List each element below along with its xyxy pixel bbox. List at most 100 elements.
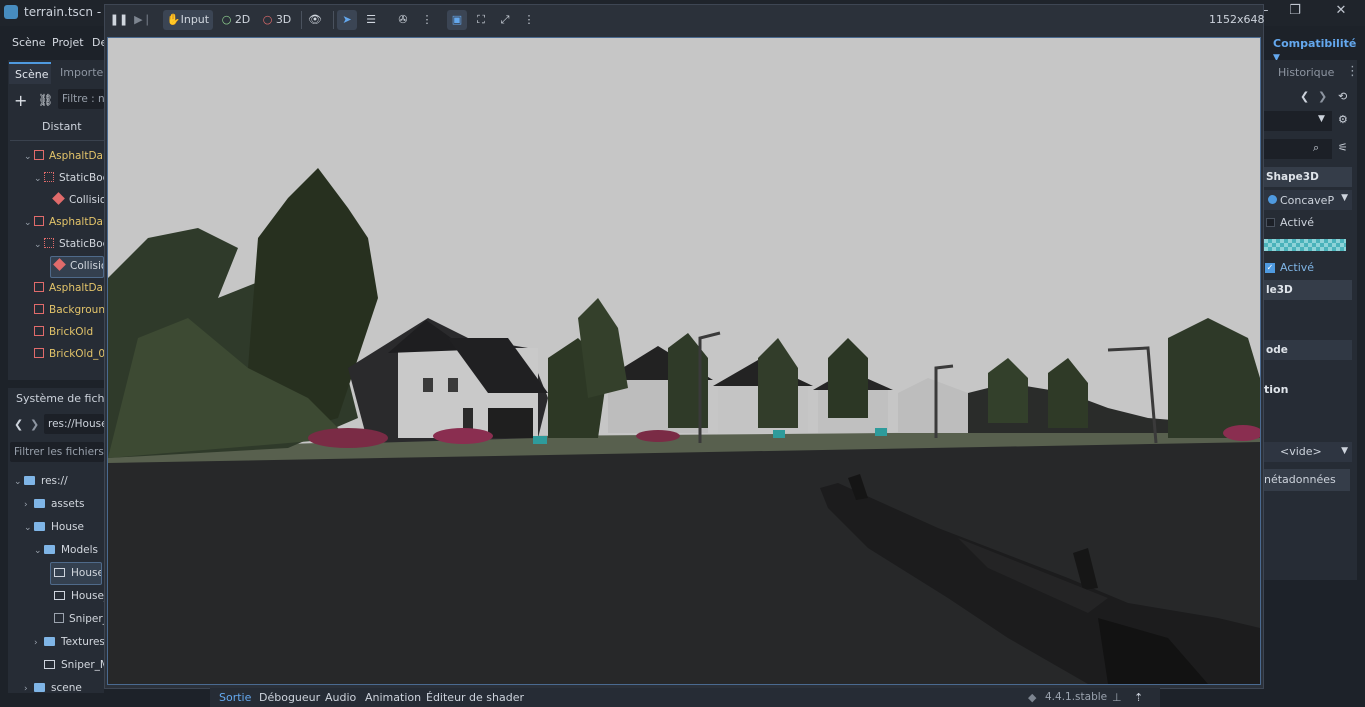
file-item-selected[interactable]: House.	[50, 562, 102, 585]
shape-resource-field[interactable]: ConcaveP ▼	[1264, 190, 1352, 210]
file-item[interactable]: › assets	[12, 493, 104, 516]
tree-item-label: BrickOld	[49, 326, 94, 338]
tree-item-label: AsphaltDar	[49, 150, 104, 162]
close-icon[interactable]: ✕	[1331, 3, 1351, 21]
tab-shader-editor[interactable]: Éditeur de shader	[426, 691, 524, 704]
checkbox-unchecked[interactable]	[1266, 218, 1275, 227]
file-item-label: House_	[71, 590, 104, 602]
select-arrow-icon[interactable]: ➤	[337, 10, 357, 30]
tree-item[interactable]: BrickOld	[14, 322, 104, 344]
folder-icon	[44, 637, 55, 646]
file-item[interactable]: Sniper_M	[12, 654, 104, 677]
static-body-icon	[44, 238, 54, 248]
tree-item-label: AsphaltDar	[49, 282, 104, 294]
expand-panel-icon[interactable]: ⇡	[1134, 691, 1143, 704]
notification-icon[interactable]: ◆	[1028, 691, 1036, 704]
file-item[interactable]: › Textures	[12, 631, 104, 654]
camera-override-icon[interactable]: ✇	[393, 10, 413, 30]
add-metadata-button[interactable]: nétadonnées	[1262, 469, 1350, 491]
more-options-icon[interactable]: ⋮	[519, 10, 539, 30]
file-item-label: Textures	[61, 636, 104, 648]
window-title: terrain.tscn - je	[24, 5, 116, 19]
embed-window-icon[interactable]: ▣	[447, 10, 467, 30]
chevron-right-icon: ›	[24, 500, 28, 510]
tree-item[interactable]: AsphaltDar	[14, 278, 104, 300]
forward-arrow-icon[interactable]: ❯	[30, 418, 39, 431]
back-arrow-icon[interactable]: ❮	[14, 418, 23, 431]
history-forward-icon[interactable]: ❯	[1318, 90, 1327, 103]
tab-debugger[interactable]: Débogueur	[259, 691, 320, 704]
link-icon[interactable]: ⛓	[38, 93, 53, 107]
input-toggle-button[interactable]: ✋Input	[163, 10, 213, 30]
path-field[interactable]: res://House	[44, 414, 104, 434]
file-item[interactable]: › scene	[12, 677, 104, 700]
fit-window-icon[interactable]: ⛶	[471, 10, 491, 30]
more-options-icon[interactable]: ⋮	[417, 10, 437, 30]
collision-shape-icon	[53, 258, 66, 271]
chevron-right-icon: ›	[34, 638, 38, 648]
tab-scene[interactable]: Scène	[9, 62, 51, 84]
mode-2d-button[interactable]: ○ 2D	[219, 10, 253, 30]
tree-item-label: Collisio	[70, 260, 104, 272]
tree-item-label: StaticBoc	[59, 172, 104, 184]
file-item-label: House.	[71, 567, 101, 579]
section-header-script[interactable]: tion	[1264, 383, 1288, 396]
tree-item[interactable]: BrickOld_0	[14, 344, 104, 366]
filter-settings-icon[interactable]: ⚟	[1338, 141, 1348, 154]
bottom-panel-bar: Sortie Débogueur Audio Animation Éditeur…	[210, 688, 1160, 707]
file-item[interactable]: ⌄ House	[12, 516, 104, 539]
object-properties-icon[interactable]: ⚙	[1338, 113, 1348, 126]
tab-animation[interactable]: Animation	[365, 691, 421, 704]
more-options-icon[interactable]: ⋮	[1346, 64, 1359, 79]
history-icon[interactable]: ⟲	[1338, 90, 1347, 103]
scene-filter-input[interactable]: Filtre : n	[58, 89, 104, 109]
tab-output[interactable]: Sortie	[219, 691, 251, 704]
file-item[interactable]: ⌄ Models	[12, 539, 104, 562]
scene-file-icon	[44, 660, 55, 669]
file-item[interactable]: House_	[12, 585, 104, 608]
tree-item[interactable]: Collisio	[14, 190, 104, 212]
shape-header: Shape3D	[1262, 167, 1352, 187]
godot-logo-icon	[4, 5, 18, 19]
tree-item[interactable]: ⌄ AsphaltDar	[14, 146, 104, 168]
eye-icon[interactable]: 👁	[305, 10, 325, 30]
list-select-icon[interactable]: ☰	[361, 10, 381, 30]
property-filter-input[interactable]	[1264, 139, 1332, 159]
menu-scene[interactable]: Scène	[12, 36, 46, 49]
add-node-icon[interactable]: +	[14, 91, 27, 110]
tree-item[interactable]: ⌄ StaticBoc	[14, 234, 104, 256]
tree-item[interactable]: ⌄ StaticBoc	[14, 168, 104, 190]
pin-icon[interactable]: ⊥	[1112, 691, 1122, 704]
pause-icon[interactable]: ❚❚	[109, 10, 129, 30]
checkbox-checked[interactable]: ✓	[1265, 263, 1275, 273]
section-header-node[interactable]: ode	[1262, 340, 1352, 360]
game-toolbar: ❚❚ ▶❘ ✋Input ○ 2D ○ 3D 👁 ➤ ☰ ✇ ⋮ ▣ ⛶ ⤢ ⋮…	[105, 5, 1265, 35]
tab-history[interactable]: Historique	[1278, 66, 1334, 79]
maximize-icon[interactable]: ❐	[1285, 3, 1305, 21]
concave-shape-icon	[1268, 195, 1277, 204]
tree-item[interactable]: ⌄ AsphaltDar	[14, 212, 104, 234]
file-filter-input[interactable]: Filtrer les fichiers	[10, 442, 104, 462]
mesh-instance-icon	[34, 326, 44, 336]
chevron-down-icon: ▼	[1341, 446, 1348, 456]
tree-item[interactable]: Backgroun	[14, 300, 104, 322]
mode-3d-button[interactable]: ○ 3D	[260, 10, 294, 30]
expand-icon[interactable]: ⤢	[495, 10, 515, 30]
debug-color-swatch[interactable]	[1264, 239, 1346, 251]
script-field[interactable]: <vide> ▼	[1264, 442, 1352, 462]
file-item[interactable]: Sniper_	[12, 608, 104, 631]
tab-audio[interactable]: Audio	[325, 691, 356, 704]
game-viewport[interactable]	[107, 37, 1261, 685]
section-header-node3d[interactable]: le3D	[1262, 280, 1352, 300]
folder-icon	[34, 522, 45, 531]
chevron-down-icon: ⌄	[24, 523, 32, 533]
history-back-icon[interactable]: ❮	[1300, 90, 1309, 103]
tree-item-selected[interactable]: Collisio	[50, 256, 104, 278]
menu-project[interactable]: Projet	[52, 36, 84, 49]
remote-tab[interactable]: Distant	[42, 120, 82, 133]
tab-import[interactable]: Importer	[54, 62, 104, 84]
file-item[interactable]: ⌄ res://	[12, 470, 104, 493]
folder-icon	[24, 476, 35, 485]
next-frame-icon[interactable]: ▶❘	[133, 10, 153, 30]
active-label-2: Activé	[1280, 261, 1315, 274]
